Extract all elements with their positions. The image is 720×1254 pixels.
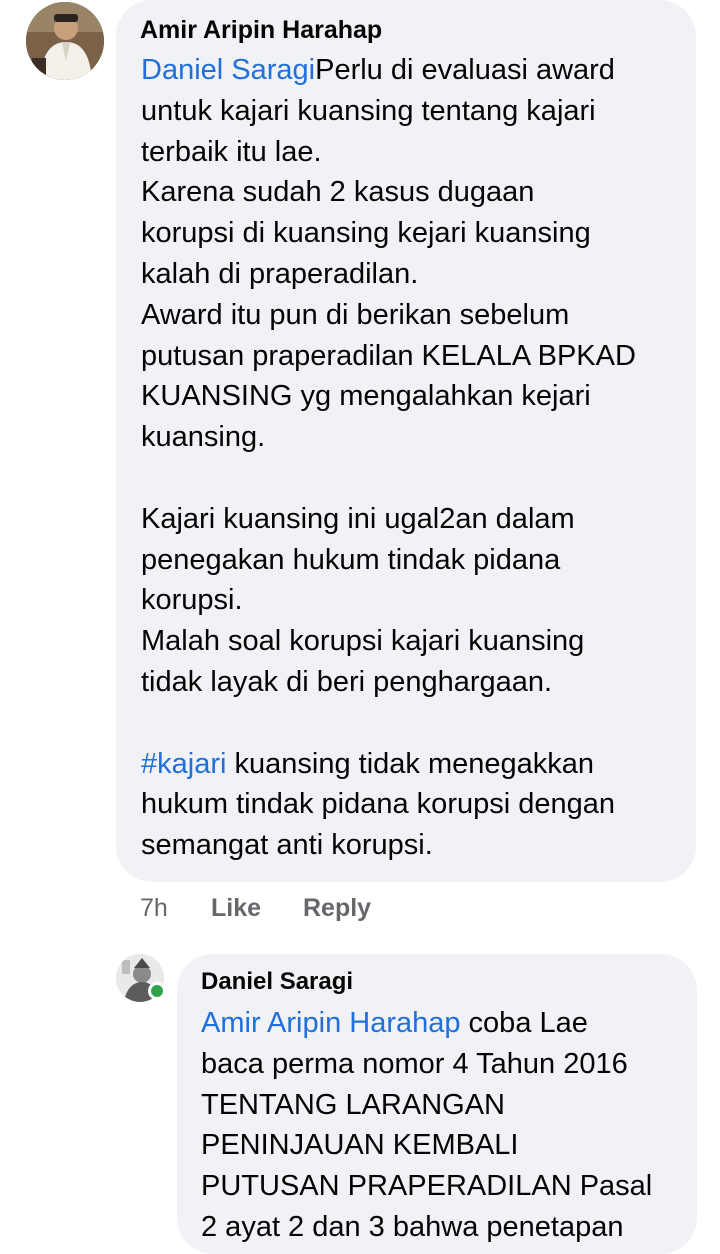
user-profile-photo-icon	[26, 2, 104, 80]
reply-mention-link[interactable]: Amir Aripin Harahap	[201, 1007, 461, 1039]
reply-body: Amir Aripin Harahap coba Lae baca perma …	[201, 1003, 691, 1248]
reply-bubble: Daniel Saragi Amir Aripin Harahap coba L…	[177, 954, 697, 1254]
reply-text: coba Lae baca perma nomor 4 Tahun 2016 T…	[201, 1007, 653, 1243]
comment-body: Daniel SaragiPerlu di evaluasi award unt…	[141, 50, 686, 866]
commenter-avatar[interactable]	[26, 2, 104, 80]
online-status-dot	[148, 982, 166, 1000]
hashtag-link[interactable]: #kajari	[141, 748, 226, 780]
comment-bubble: Amir Aripin Harahap Daniel SaragiPerlu d…	[116, 0, 696, 882]
comment-author-name[interactable]: Amir Aripin Harahap	[140, 16, 382, 45]
comment-text: Perlu di evaluasi award untuk kajari kua…	[141, 54, 636, 698]
like-button[interactable]: Like	[211, 894, 261, 923]
comment-timestamp[interactable]: 7h	[140, 894, 168, 923]
reply-button[interactable]: Reply	[303, 894, 371, 923]
replier-avatar[interactable]	[116, 954, 166, 1002]
mention-link[interactable]: Daniel Saragi	[141, 54, 315, 86]
reply-author-name[interactable]: Daniel Saragi	[201, 968, 353, 996]
